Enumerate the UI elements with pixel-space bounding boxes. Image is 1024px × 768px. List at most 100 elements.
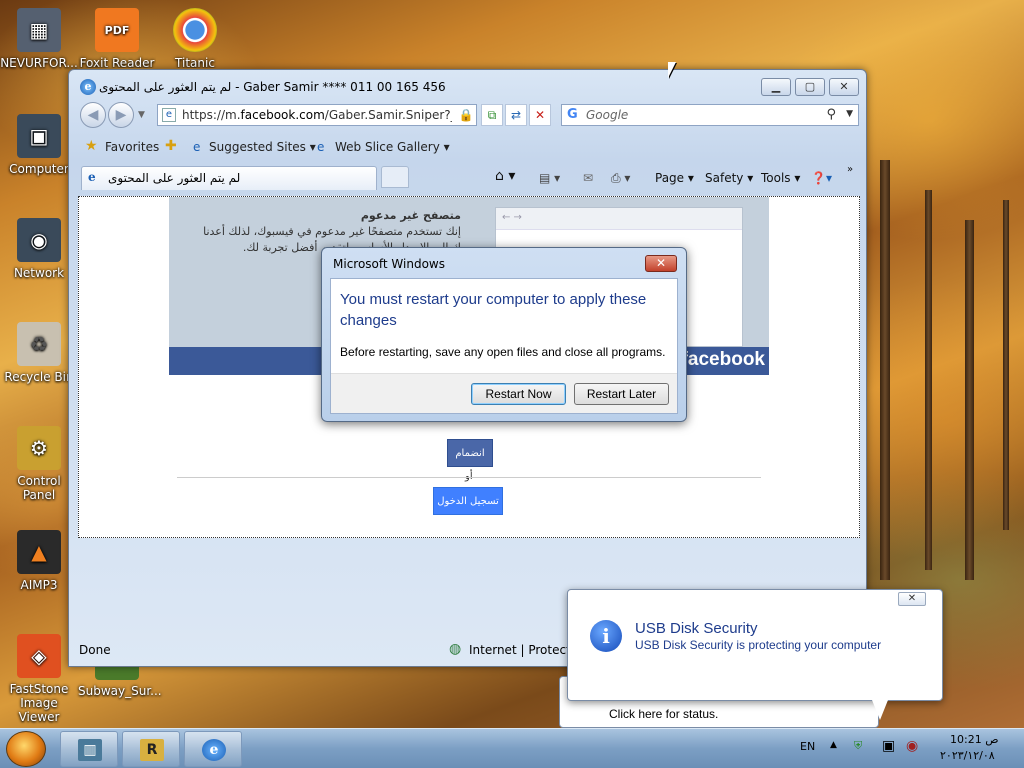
mail-icon[interactable]: ✉ <box>583 171 593 185</box>
facebook-logo: facebook <box>681 349 765 370</box>
tab-bar: e لم يتم العثور على المحتوى ⌂ ▾ ▤ ▾ ✉ ⎙ … <box>77 164 859 192</box>
foxit-pdf-icon: PDF <box>95 8 139 52</box>
minimize-button[interactable]: ▁ <box>761 78 791 96</box>
desktop-icon-label: Computer <box>9 162 69 176</box>
mouse-cursor-icon <box>668 62 676 78</box>
clock-time[interactable]: 10:21 ص <box>950 733 999 746</box>
notification-title: USB Disk Security <box>635 620 758 637</box>
desktop-icon-control-panel[interactable]: ⚙ Control Panel <box>0 426 78 502</box>
add-favorites-icon[interactable]: ✚ <box>165 138 177 154</box>
usb-security-tray-icon[interactable]: ⛨ <box>854 739 862 753</box>
web-slice-gallery-button[interactable]: Web Slice Gallery ▾ <box>335 140 450 154</box>
print-icon[interactable]: ⎙ ▾ <box>611 171 630 186</box>
maximize-button[interactable]: ▢ <box>795 78 825 96</box>
stop-icon[interactable]: ✕ <box>529 104 551 126</box>
login-button[interactable]: تسجيل الدخول <box>433 487 503 515</box>
control-panel-icon: ⚙ <box>17 426 61 470</box>
desktop-icon-label: Recycle Bin <box>4 370 74 384</box>
explorer-icon: ▥ <box>78 739 102 761</box>
page-menu-label: Page <box>655 171 685 185</box>
window-title: لم يتم العثور على المحتوى - Gaber Samir … <box>99 80 446 94</box>
browser-illustration-arrows: ← → <box>502 212 522 223</box>
browser-illustration-bar <box>496 208 742 230</box>
dialog-main-instruction: You must restart your computer to apply … <box>340 291 647 329</box>
dialog-close-button[interactable]: ✕ <box>645 255 677 272</box>
taskbar-ie[interactable]: e <box>184 731 242 767</box>
aimp-icon: ▲ <box>17 530 61 574</box>
tree-trunk <box>925 190 932 570</box>
safety-menu-label: Safety <box>705 171 744 185</box>
clock-date[interactable]: ٢٠٢٣/١٢/٠٨ <box>940 749 995 762</box>
refresh-icon[interactable]: ⇄ <box>505 104 527 126</box>
desktop-icon-foxit[interactable]: PDF Foxit Reader <box>78 8 156 68</box>
taskbar-winrar[interactable]: R <box>122 731 180 767</box>
favorites-bar: ★ Favorites ✚ e Suggested Sites ▾ e Web … <box>77 134 859 160</box>
close-button[interactable]: ✕ <box>829 78 859 96</box>
home-icon[interactable]: ⌂ ▾ <box>495 168 515 184</box>
desktop-icon-titanic[interactable]: Titanic <box>156 8 234 68</box>
desktop-icon-aimp3[interactable]: ▲ AIMP3 <box>0 530 78 592</box>
recent-pages-dropdown[interactable]: ▼ <box>138 110 145 120</box>
start-button[interactable] <box>6 731 46 767</box>
restart-dialog[interactable]: Microsoft Windows ✕ You must restart you… <box>321 247 687 422</box>
ie-page-icon: e <box>317 140 325 154</box>
info-icon: i <box>590 620 622 652</box>
desktop-icon-label: NEVURFOR... <box>0 56 78 70</box>
desktop-icon-faststone[interactable]: ◈ FastStone Image Viewer <box>0 634 78 724</box>
network-icon: ◉ <box>17 218 61 262</box>
faststone-icon: ◈ <box>17 634 61 678</box>
suggested-sites-button[interactable]: Suggested Sites ▾ <box>209 140 316 154</box>
show-hidden-icons[interactable]: ▲ <box>830 740 837 750</box>
tree-trunk <box>880 160 890 580</box>
restart-later-button[interactable]: Restart Later <box>574 383 669 405</box>
feeds-icon[interactable]: ▤ ▾ <box>539 171 560 185</box>
dialog-content-text: Before restarting, save any open files a… <box>340 345 666 359</box>
tools-menu-label: Tools <box>761 171 791 185</box>
search-dropdown-icon[interactable]: ▼ <box>846 109 853 119</box>
taskbar-explorer[interactable]: ▥ <box>60 731 118 767</box>
address-bar[interactable]: e https://m.facebook.com/Gaber.Samir.Sni… <box>157 104 477 126</box>
notification-close-button[interactable]: ✕ <box>898 592 926 606</box>
dialog-title: Microsoft Windows <box>333 257 445 271</box>
volume-icon[interactable]: ◉ <box>906 738 918 754</box>
desktop-icon-label: AIMP3 <box>20 578 58 592</box>
help-icon[interactable]: ❓▾ <box>811 171 832 185</box>
lock-icon[interactable]: 🔒 <box>455 105 477 127</box>
media-folder-icon: ▦ <box>17 8 61 52</box>
safety-menu[interactable]: Safety ▾ <box>705 171 753 185</box>
web-slice-label: Web Slice Gallery <box>335 140 440 154</box>
desktop-icon-recycle-bin[interactable]: ♻ Recycle Bin <box>0 322 78 384</box>
suggested-sites-label: Suggested Sites <box>209 140 306 154</box>
tree-trunk <box>965 220 974 580</box>
ie-page-icon: e <box>193 140 201 154</box>
forward-button[interactable]: ▶ <box>108 102 134 128</box>
desktop-icon-computer[interactable]: ▣ Computer <box>0 114 78 176</box>
desktop-icon-network[interactable]: ◉ Network <box>0 218 78 280</box>
desktop-icon-label: Titanic <box>175 56 215 68</box>
restart-now-button[interactable]: Restart Now <box>471 383 566 405</box>
search-icon[interactable]: ⚲ <box>826 107 836 122</box>
page-menu[interactable]: Page ▾ <box>655 171 694 185</box>
network-tray-icon[interactable]: ▣ <box>882 738 895 754</box>
desktop-icon-label: Subway_Sur... <box>78 684 162 698</box>
tab-active[interactable]: e لم يتم العثور على المحتوى <box>81 166 377 190</box>
balloon-pointer <box>872 700 888 720</box>
desktop-icon-label: Foxit Reader <box>79 56 155 68</box>
join-button[interactable]: انضمام <box>447 439 493 467</box>
fb-heading: متصفح غير مدعوم <box>360 209 461 222</box>
desktop-icon-label: FastStone Image Viewer <box>9 682 69 724</box>
back-button[interactable]: ◀ <box>80 102 106 128</box>
tools-menu[interactable]: Tools ▾ <box>761 171 800 185</box>
url-text: https://m.facebook.com/Gaber.Samir.Snipe… <box>182 108 452 122</box>
search-box[interactable]: G Google ⚲ ▼ <box>561 104 859 126</box>
usb-security-notification[interactable]: ✕ i USB Disk Security USB Disk Security … <box>567 589 943 701</box>
language-indicator[interactable]: EN <box>800 740 815 753</box>
ie-tab-icon: e <box>88 170 96 184</box>
new-tab-button[interactable] <box>381 166 409 188</box>
notification-message: USB Disk Security is protecting your com… <box>635 638 882 652</box>
favorites-button[interactable]: Favorites <box>105 140 159 154</box>
compatibility-view-icon[interactable]: ⧉ <box>481 104 503 126</box>
desktop-icon-nevurfor[interactable]: ▦ NEVURFOR... <box>0 8 78 70</box>
taskbar: ▥ R e EN ▲ ⛨ ▣ ◉ 10:21 ص ٢٠٢٣/١٢/٠٨ <box>0 728 1024 768</box>
more-commands-icon[interactable]: » <box>847 164 853 175</box>
